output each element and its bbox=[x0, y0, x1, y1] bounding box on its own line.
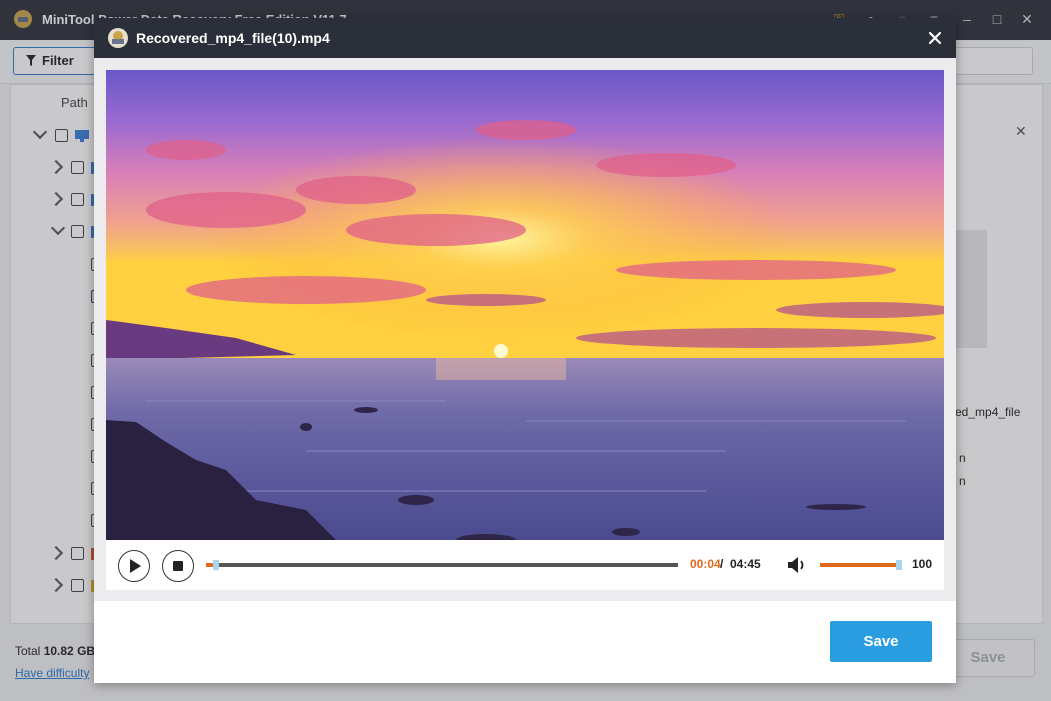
volume-value: 100 bbox=[912, 557, 933, 571]
play-button[interactable] bbox=[118, 550, 150, 582]
player-controls: 00:04 / 04:45 100 bbox=[106, 540, 944, 590]
close-icon[interactable] bbox=[924, 27, 946, 49]
play-icon bbox=[130, 559, 141, 573]
dialog-title: Recovered_mp4_file(10).mp4 bbox=[136, 30, 330, 46]
stop-button[interactable] bbox=[162, 550, 194, 582]
total-time: 04:45 bbox=[730, 557, 761, 571]
volume-handle[interactable] bbox=[896, 560, 902, 570]
stop-icon bbox=[173, 561, 183, 571]
current-time: 00:04 bbox=[690, 557, 721, 571]
video-player: 00:04 / 04:45 100 bbox=[94, 58, 956, 601]
minitool-logo-icon bbox=[108, 28, 128, 48]
seek-handle[interactable] bbox=[212, 560, 219, 570]
seek-progress bbox=[206, 563, 213, 567]
seek-bar[interactable] bbox=[206, 560, 678, 570]
speaker-icon[interactable] bbox=[786, 554, 808, 576]
save-button[interactable]: Save bbox=[830, 621, 932, 662]
video-preview-dialog: Recovered_mp4_file(10).mp4 00:04 / 04:45… bbox=[94, 18, 956, 683]
time-separator: / bbox=[720, 557, 724, 571]
video-frame[interactable] bbox=[106, 70, 944, 540]
volume-slider[interactable] bbox=[820, 560, 902, 570]
volume-level bbox=[820, 563, 896, 567]
dialog-titlebar: Recovered_mp4_file(10).mp4 bbox=[94, 18, 956, 58]
sunset-video-image bbox=[106, 70, 944, 540]
